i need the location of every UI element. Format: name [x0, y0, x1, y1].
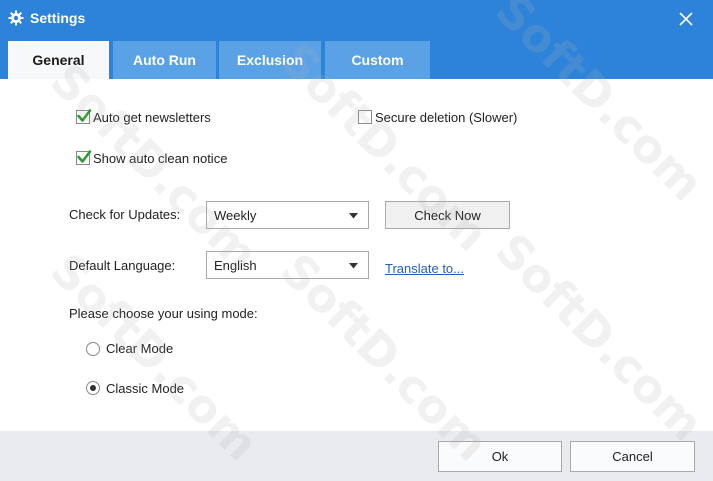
- cancel-button[interactable]: Cancel: [570, 441, 695, 472]
- tab-bar: General Auto Run Exclusion Custom: [0, 38, 713, 79]
- cancel-label: Cancel: [612, 449, 653, 464]
- tab-auto-run[interactable]: Auto Run: [113, 41, 216, 79]
- tab-label: General: [32, 52, 85, 68]
- close-icon[interactable]: [675, 8, 697, 30]
- gear-icon: [8, 10, 24, 26]
- dialog-footer: Ok Cancel: [0, 431, 713, 481]
- tab-label: Auto Run: [133, 52, 196, 68]
- ok-label: Ok: [491, 449, 509, 464]
- check-now-button[interactable]: Check Now: [385, 201, 510, 229]
- auto-clean-notice-checkbox[interactable]: [76, 150, 92, 165]
- classic-mode-radio[interactable]: [86, 381, 100, 395]
- window-title: Settings: [30, 10, 86, 26]
- tab-label: Custom: [351, 52, 404, 68]
- classic-mode-label: Classic Mode: [106, 381, 185, 396]
- check-updates-label: Check for Updates:: [69, 207, 181, 222]
- tab-general[interactable]: General: [8, 41, 109, 79]
- tab-custom[interactable]: Custom: [325, 41, 430, 79]
- language-select[interactable]: English: [206, 251, 369, 279]
- default-language-label: Default Language:: [69, 258, 176, 273]
- clear-mode-radio[interactable]: [86, 342, 100, 356]
- tab-exclusion[interactable]: Exclusion: [219, 41, 321, 79]
- auto-newsletters-label: Auto get newsletters: [93, 110, 211, 125]
- secure-deletion-checkbox[interactable]: [358, 110, 372, 124]
- check-updates-value: Weekly: [214, 208, 257, 223]
- checkmark-icon: [77, 150, 92, 163]
- check-updates-select[interactable]: Weekly: [206, 201, 369, 229]
- auto-newsletters-checkbox[interactable]: [76, 109, 92, 124]
- check-now-label: Check Now: [414, 207, 481, 223]
- ok-button[interactable]: Ok: [438, 441, 562, 472]
- secure-deletion-label: Secure deletion (Slower): [375, 110, 518, 125]
- auto-clean-notice-label: Show auto clean notice: [93, 151, 228, 166]
- translate-link[interactable]: Translate to...: [385, 261, 464, 276]
- radio-selected-dot: [90, 385, 96, 391]
- chevron-down-icon: [349, 213, 358, 219]
- tab-label: Exclusion: [236, 52, 304, 68]
- language-value: English: [214, 258, 257, 273]
- using-mode-label: Please choose your using mode:: [69, 306, 258, 321]
- title-bar: Settings: [0, 0, 713, 38]
- checkmark-icon: [77, 109, 92, 122]
- general-panel: Auto get newsletters Secure deletion (Sl…: [0, 79, 713, 431]
- clear-mode-label: Clear Mode: [106, 341, 174, 356]
- chevron-down-icon: [349, 263, 358, 269]
